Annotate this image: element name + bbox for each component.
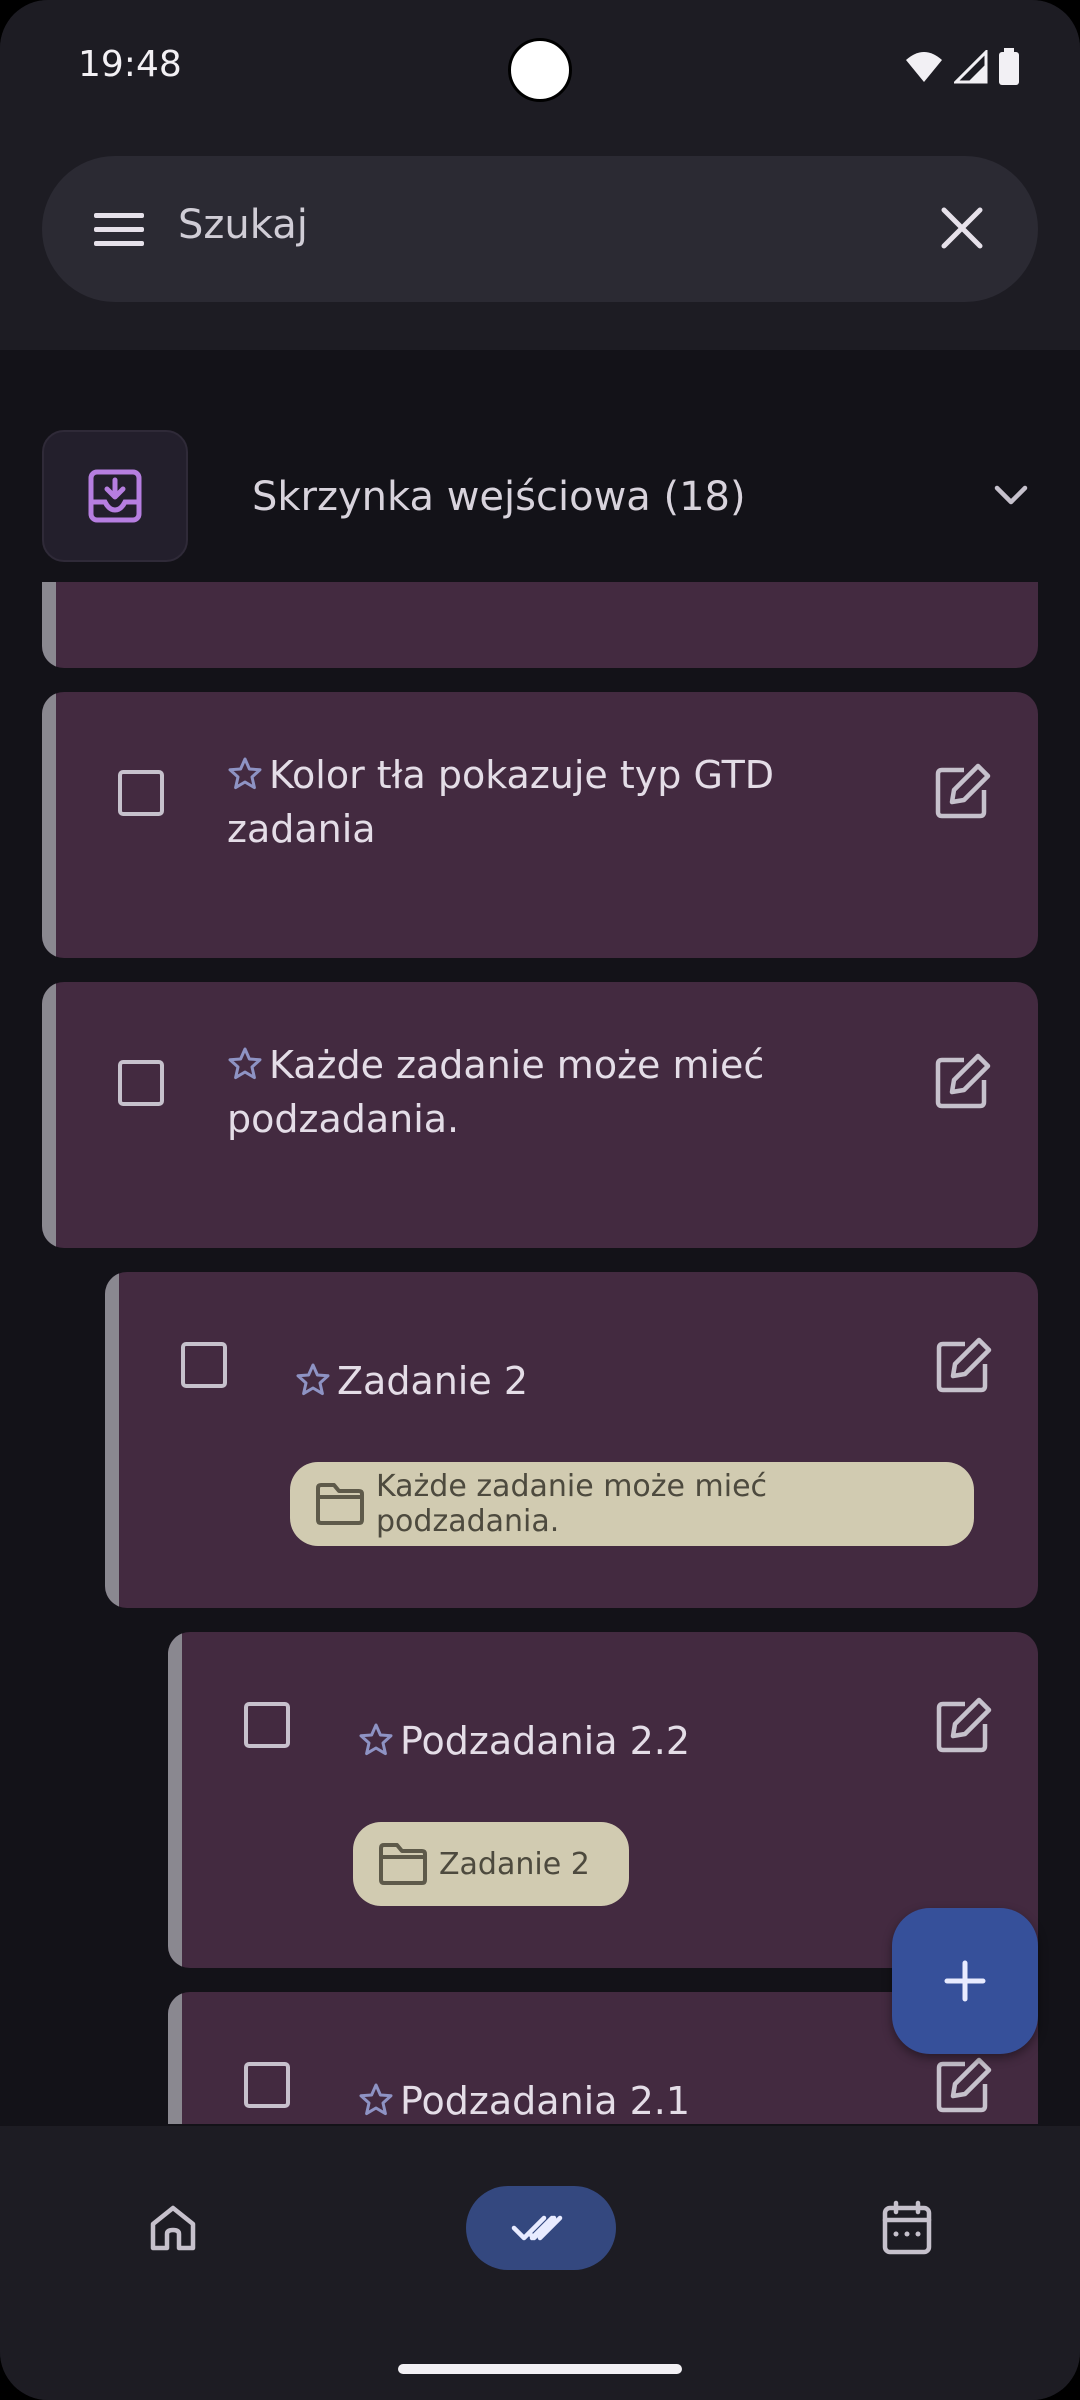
folder-icon bbox=[379, 1843, 427, 1885]
home-indicator[interactable] bbox=[398, 2364, 682, 2374]
nav-home[interactable] bbox=[98, 2186, 248, 2270]
task-checkbox[interactable] bbox=[118, 770, 164, 816]
task-checkbox[interactable] bbox=[181, 1342, 227, 1388]
task-title: Kolor tła pokazuje typ GTD zadania bbox=[227, 748, 847, 856]
task-title-text: Podzadania 2.1 bbox=[400, 2079, 691, 2123]
inbox-title: Skrzynka wejściowa (18) bbox=[252, 474, 746, 520]
task-title-line1: Każde zadanie może mieć bbox=[269, 1043, 765, 1087]
task-checkbox[interactable] bbox=[118, 1060, 164, 1106]
task-title: Podzadania 2.1 bbox=[358, 2074, 858, 2124]
inbox-section-header[interactable]: Skrzynka wejściowa (18) bbox=[0, 430, 1080, 580]
task-list[interactable]: Kolor tła pokazuje typ GTD zadania Każde … bbox=[0, 582, 1080, 2124]
add-icon bbox=[944, 1960, 986, 2002]
edit-icon[interactable] bbox=[934, 1052, 992, 1110]
task-title: Każde zadanie może mieć podzadania. bbox=[227, 1038, 847, 1146]
status-icons bbox=[904, 48, 1020, 86]
task-type-bar bbox=[42, 582, 56, 668]
star-outline-icon[interactable] bbox=[295, 1362, 331, 1398]
signal-icon bbox=[954, 50, 988, 84]
nav-tasks[interactable] bbox=[466, 2186, 616, 2270]
nav-calendar[interactable] bbox=[832, 2186, 982, 2270]
subtask-card[interactable]: Zadanie 2 Każde zadanie może mieć podzad… bbox=[105, 1272, 1038, 1608]
bottom-navigation bbox=[0, 2126, 1080, 2400]
task-title-line1: Kolor tła pokazuje typ GTD bbox=[269, 753, 775, 797]
star-outline-icon[interactable] bbox=[227, 1046, 263, 1082]
app-screen: 19:48 Szukaj Skrzynka wejściowa (18) Kol… bbox=[0, 0, 1080, 2400]
task-title: Podzadania 2.2 bbox=[358, 1714, 858, 1768]
battery-icon bbox=[999, 48, 1019, 85]
calendar-icon bbox=[882, 2200, 932, 2255]
star-outline-icon[interactable] bbox=[227, 756, 263, 792]
task-checkbox[interactable] bbox=[244, 2062, 290, 2108]
task-type-bar bbox=[168, 1632, 182, 1968]
inbox-download-icon bbox=[88, 469, 142, 523]
camera-cutout bbox=[508, 38, 572, 102]
close-icon[interactable] bbox=[934, 200, 990, 256]
chevron-down-icon[interactable] bbox=[992, 480, 1030, 510]
edit-icon[interactable] bbox=[935, 2056, 993, 2114]
task-title-line2: podzadania. bbox=[227, 1097, 460, 1141]
home-icon bbox=[150, 2205, 196, 2251]
star-outline-icon[interactable] bbox=[358, 2082, 394, 2118]
star-outline-icon[interactable] bbox=[358, 1722, 394, 1758]
edit-icon[interactable] bbox=[935, 1696, 993, 1754]
task-type-bar bbox=[42, 982, 56, 1248]
parent-task-chip[interactable]: Zadanie 2 bbox=[353, 1822, 629, 1906]
parent-task-chip-label: Każde zadanie może mieć podzadania. bbox=[376, 1469, 768, 1539]
search-input[interactable]: Szukaj bbox=[178, 202, 308, 248]
double-check-icon bbox=[511, 2215, 563, 2241]
task-title-line2: zadania bbox=[227, 807, 376, 851]
edit-icon[interactable] bbox=[935, 1336, 993, 1394]
top-app-bar: 19:48 Szukaj bbox=[0, 0, 1080, 350]
wifi-icon bbox=[906, 52, 942, 82]
status-time: 19:48 bbox=[78, 44, 182, 85]
parent-task-chip-label: Zadanie 2 bbox=[439, 1846, 590, 1882]
menu-icon[interactable] bbox=[90, 200, 148, 258]
folder-icon bbox=[316, 1483, 364, 1525]
task-card[interactable]: Każde zadanie może mieć podzadania. bbox=[42, 982, 1038, 1248]
task-title-text: Zadanie 2 bbox=[337, 1359, 529, 1403]
task-type-bar bbox=[168, 1992, 182, 2124]
search-bar[interactable]: Szukaj bbox=[42, 156, 1038, 302]
add-task-button[interactable] bbox=[892, 1908, 1038, 2054]
parent-task-chip[interactable]: Każde zadanie może mieć podzadania. bbox=[290, 1462, 974, 1546]
task-type-bar bbox=[105, 1272, 119, 1608]
task-card-partial[interactable] bbox=[42, 582, 1038, 668]
task-title: Zadanie 2 bbox=[295, 1354, 855, 1408]
task-card[interactable]: Kolor tła pokazuje typ GTD zadania bbox=[42, 692, 1038, 958]
edit-icon[interactable] bbox=[934, 762, 992, 820]
task-type-bar bbox=[42, 692, 56, 958]
task-title-text: Podzadania 2.2 bbox=[400, 1719, 691, 1763]
inbox-icon-button[interactable] bbox=[42, 430, 188, 562]
task-checkbox[interactable] bbox=[244, 1702, 290, 1748]
